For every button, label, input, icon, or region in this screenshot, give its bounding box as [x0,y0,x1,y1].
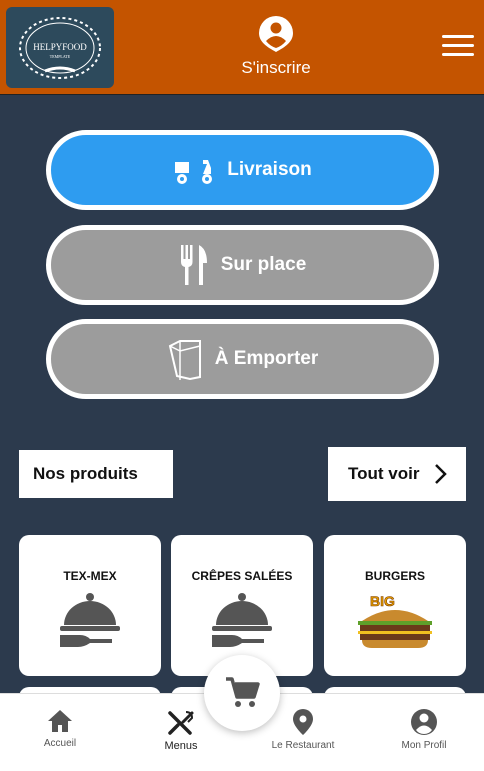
see-all-button[interactable]: Tout voir [328,447,466,501]
cutlery-icon [179,243,209,287]
svg-text:TEMPLATE: TEMPLATE [50,54,71,59]
nav-label: Le Restaurant [271,740,335,751]
signup-button[interactable]: S'inscrire [226,14,326,86]
app-header: HELPYFOOD TEMPLATE S'inscrire [0,0,484,95]
location-pin-icon [293,709,313,735]
helpyfood-logo[interactable]: HELPYFOOD TEMPLATE [6,7,114,88]
restaurant-icon [168,711,194,735]
svg-text:HELPYFOOD: HELPYFOOD [33,42,87,52]
signup-label: S'inscrire [241,58,311,77]
nav-label: Menus [164,740,198,752]
nav-mon-profil[interactable]: Mon Profil [374,708,474,751]
cloche-icon [60,593,120,647]
bag-icon [167,338,203,380]
see-all-label: Tout voir [348,464,420,483]
home-icon [48,710,72,732]
livraison-label: Livraison [227,159,312,180]
products-section-title: Nos produits [19,450,173,498]
category-card-tex-mex[interactable]: TEX-MEX [19,535,161,676]
category-title: BURGERS [364,569,425,583]
shopping-cart-icon [226,677,260,707]
nav-label: Mon Profil [401,740,447,751]
burger-image: BIG [358,593,432,648]
sur-place-label: Sur place [220,254,307,275]
cart-button[interactable] [204,655,280,731]
nav-label: Accueil [43,738,77,749]
livraison-button[interactable]: Livraison [46,130,439,210]
svg-text:BIG: BIG [370,593,395,609]
scooter-icon [173,154,215,186]
account-circle-icon [411,709,437,735]
category-title: CRÊPES SALÉES [191,569,293,583]
laurel-logo-icon: HELPYFOOD TEMPLATE [19,16,101,79]
category-title: TEX-MEX [63,569,117,583]
category-card-burgers[interactable]: BURGERS BIG [324,535,466,676]
nav-accueil[interactable]: Accueil [10,708,110,749]
sur-place-button[interactable]: Sur place [46,225,439,305]
hamburger-menu-icon[interactable] [442,35,474,61]
cloche-icon [212,593,272,647]
emporter-label: À Emporter [214,348,319,369]
emporter-button[interactable]: À Emporter [46,319,439,399]
user-pin-icon [259,16,293,52]
chevron-right-icon [435,464,447,484]
